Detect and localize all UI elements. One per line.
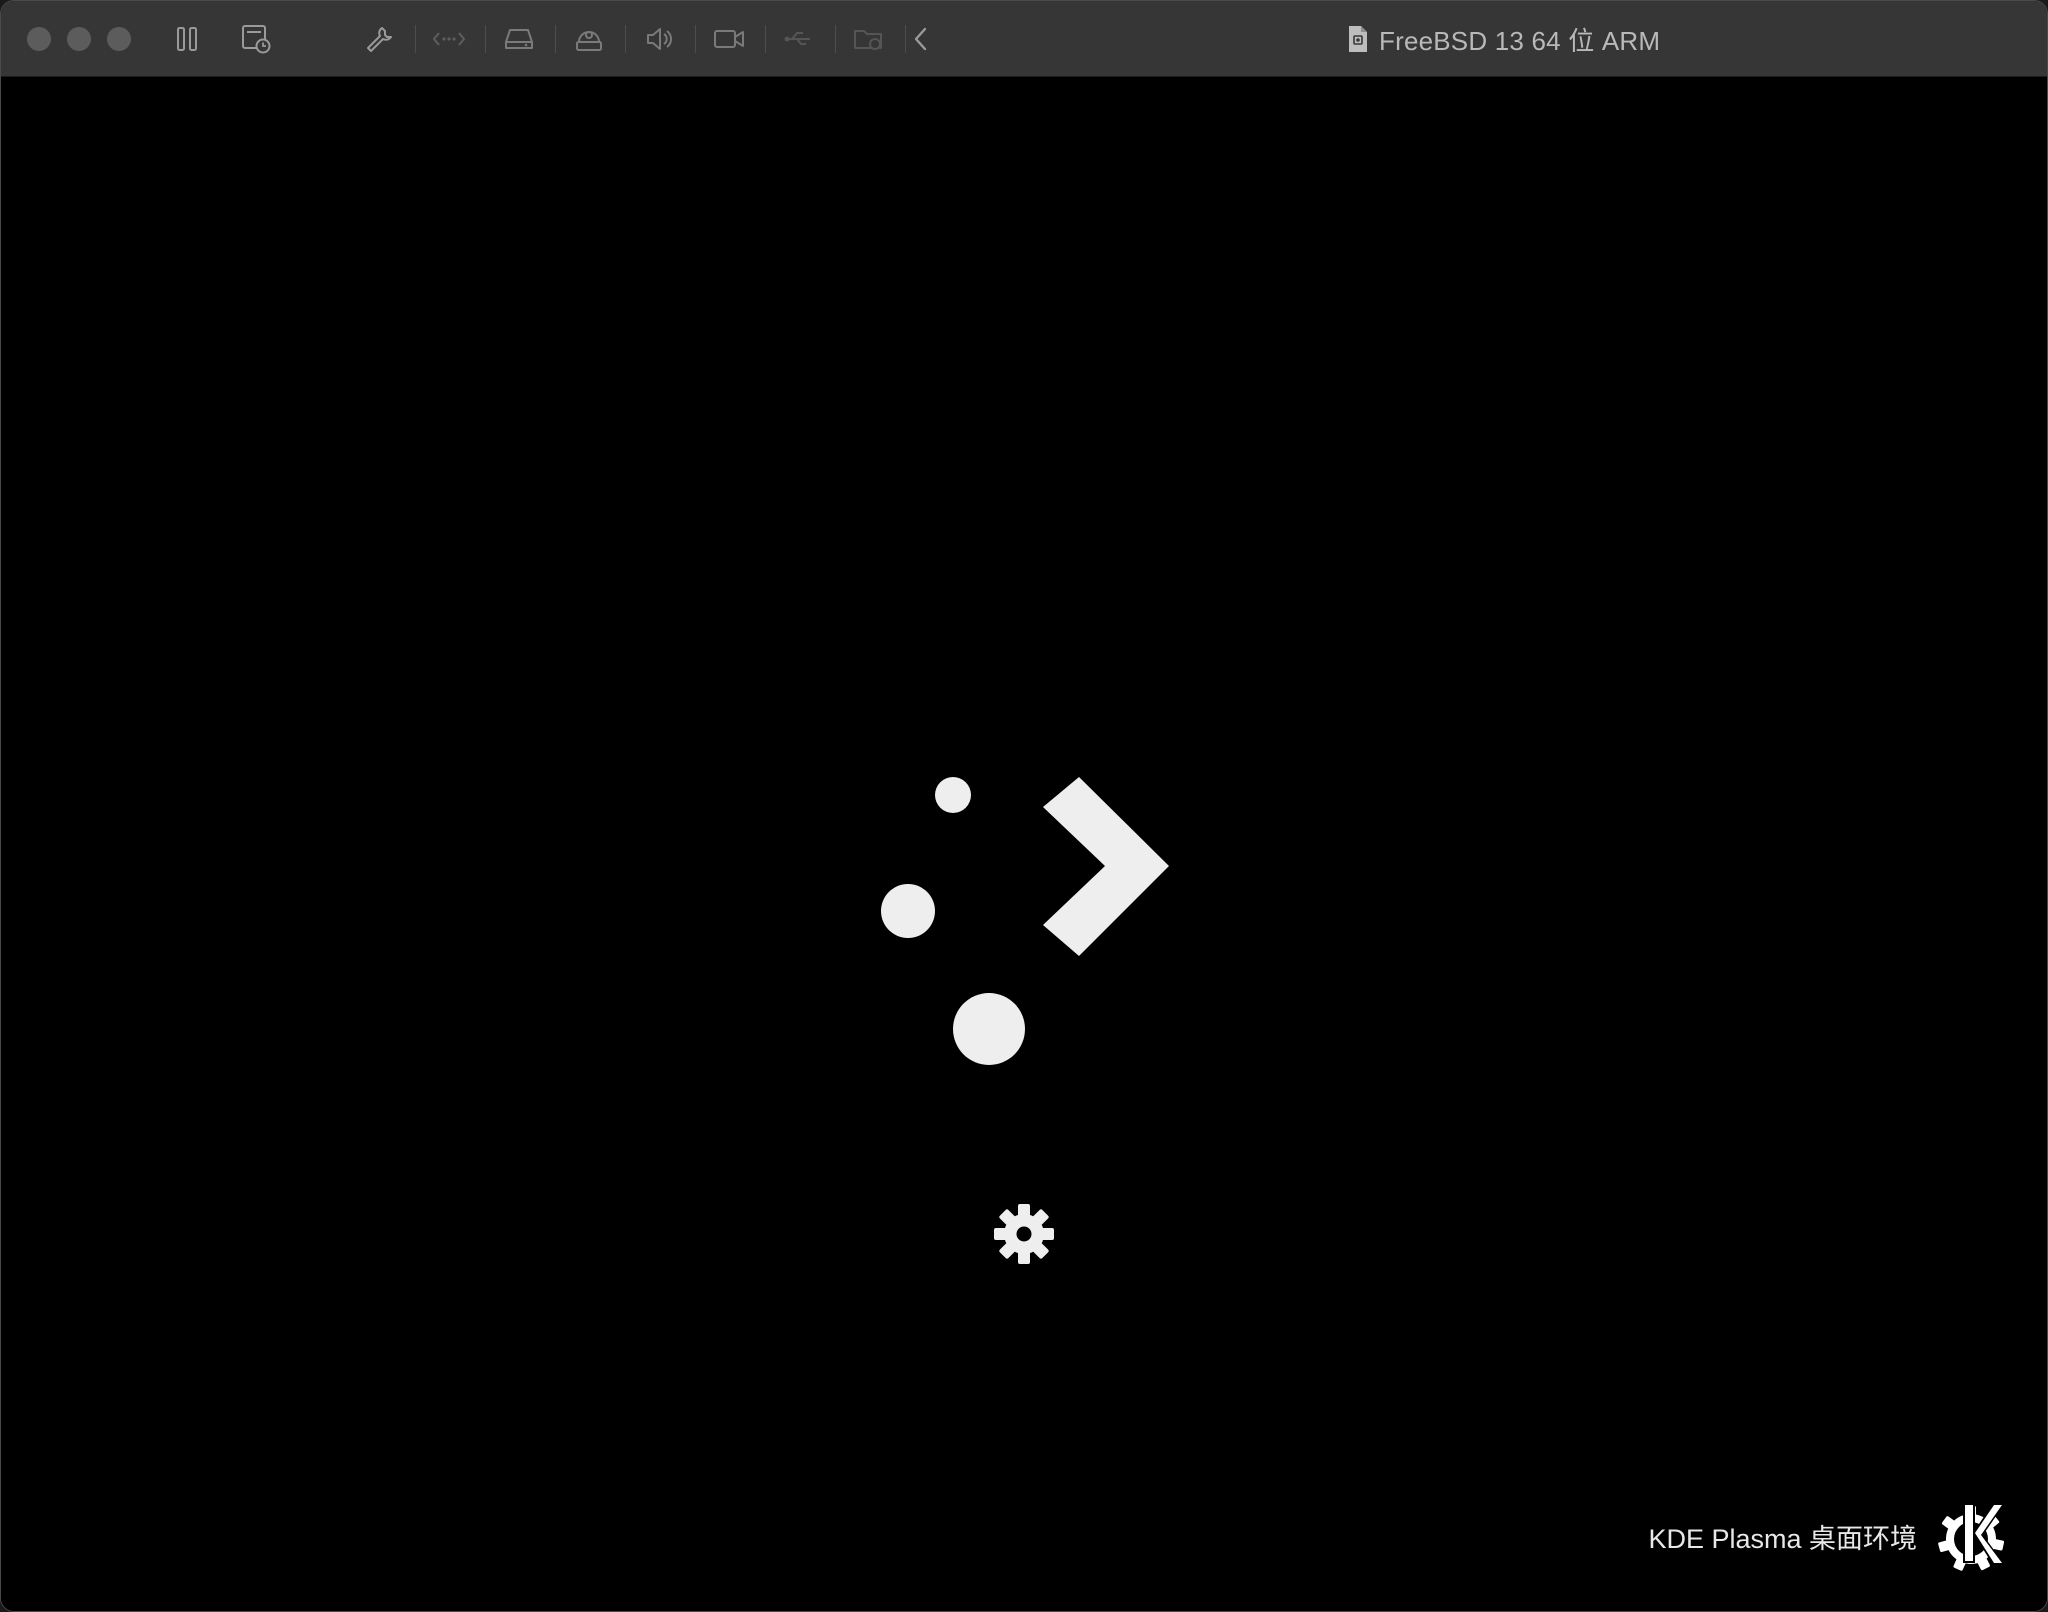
title-bar[interactable]: FreeBSD 13 64 位 ARM — [1, 1, 2047, 77]
toolbar-separator — [695, 25, 696, 53]
window-title: FreeBSD 13 64 位 ARM — [1347, 19, 1660, 59]
document-icon — [1349, 26, 1367, 52]
branding-text: KDE Plasma 桌面环境 — [1648, 1523, 1917, 1554]
kde-branding: KDE Plasma 桌面环境 — [1648, 1497, 2011, 1575]
hard-disk-icon[interactable] — [501, 21, 537, 57]
toolbar-separator — [485, 25, 486, 53]
toolbar-separator — [555, 25, 556, 53]
toolbar-separator — [625, 25, 626, 53]
gear-icon — [994, 1204, 1054, 1264]
cd-dvd-icon[interactable] — [571, 21, 607, 57]
window-title-text: FreeBSD 13 64 位 ARM — [1379, 25, 1661, 56]
kde-logo — [1938, 1503, 2005, 1571]
settings-wrench-icon[interactable] — [361, 21, 397, 57]
shared-folder-icon[interactable] — [851, 21, 887, 57]
toolbar-separator — [835, 25, 836, 53]
zoom-button[interactable] — [107, 27, 131, 51]
close-button[interactable] — [27, 27, 51, 51]
vm-window: FreeBSD 13 64 位 ARM KDE Plasma 桌面环境 — [0, 0, 2048, 1612]
plasma-logo — [881, 777, 1169, 1065]
pause-icon[interactable] — [169, 21, 205, 57]
toolbar-separator — [415, 25, 416, 53]
sound-icon[interactable] — [641, 21, 677, 57]
toolbar-separator — [765, 25, 766, 53]
minimize-button[interactable] — [67, 27, 91, 51]
camera-icon[interactable] — [711, 21, 747, 57]
usb-icon[interactable] — [781, 21, 817, 57]
network-icon[interactable] — [431, 21, 467, 57]
vm-screen[interactable]: KDE Plasma 桌面环境 — [1, 77, 2047, 1611]
collapse-chevron-icon[interactable] — [903, 21, 939, 57]
snapshot-icon[interactable] — [238, 21, 274, 57]
